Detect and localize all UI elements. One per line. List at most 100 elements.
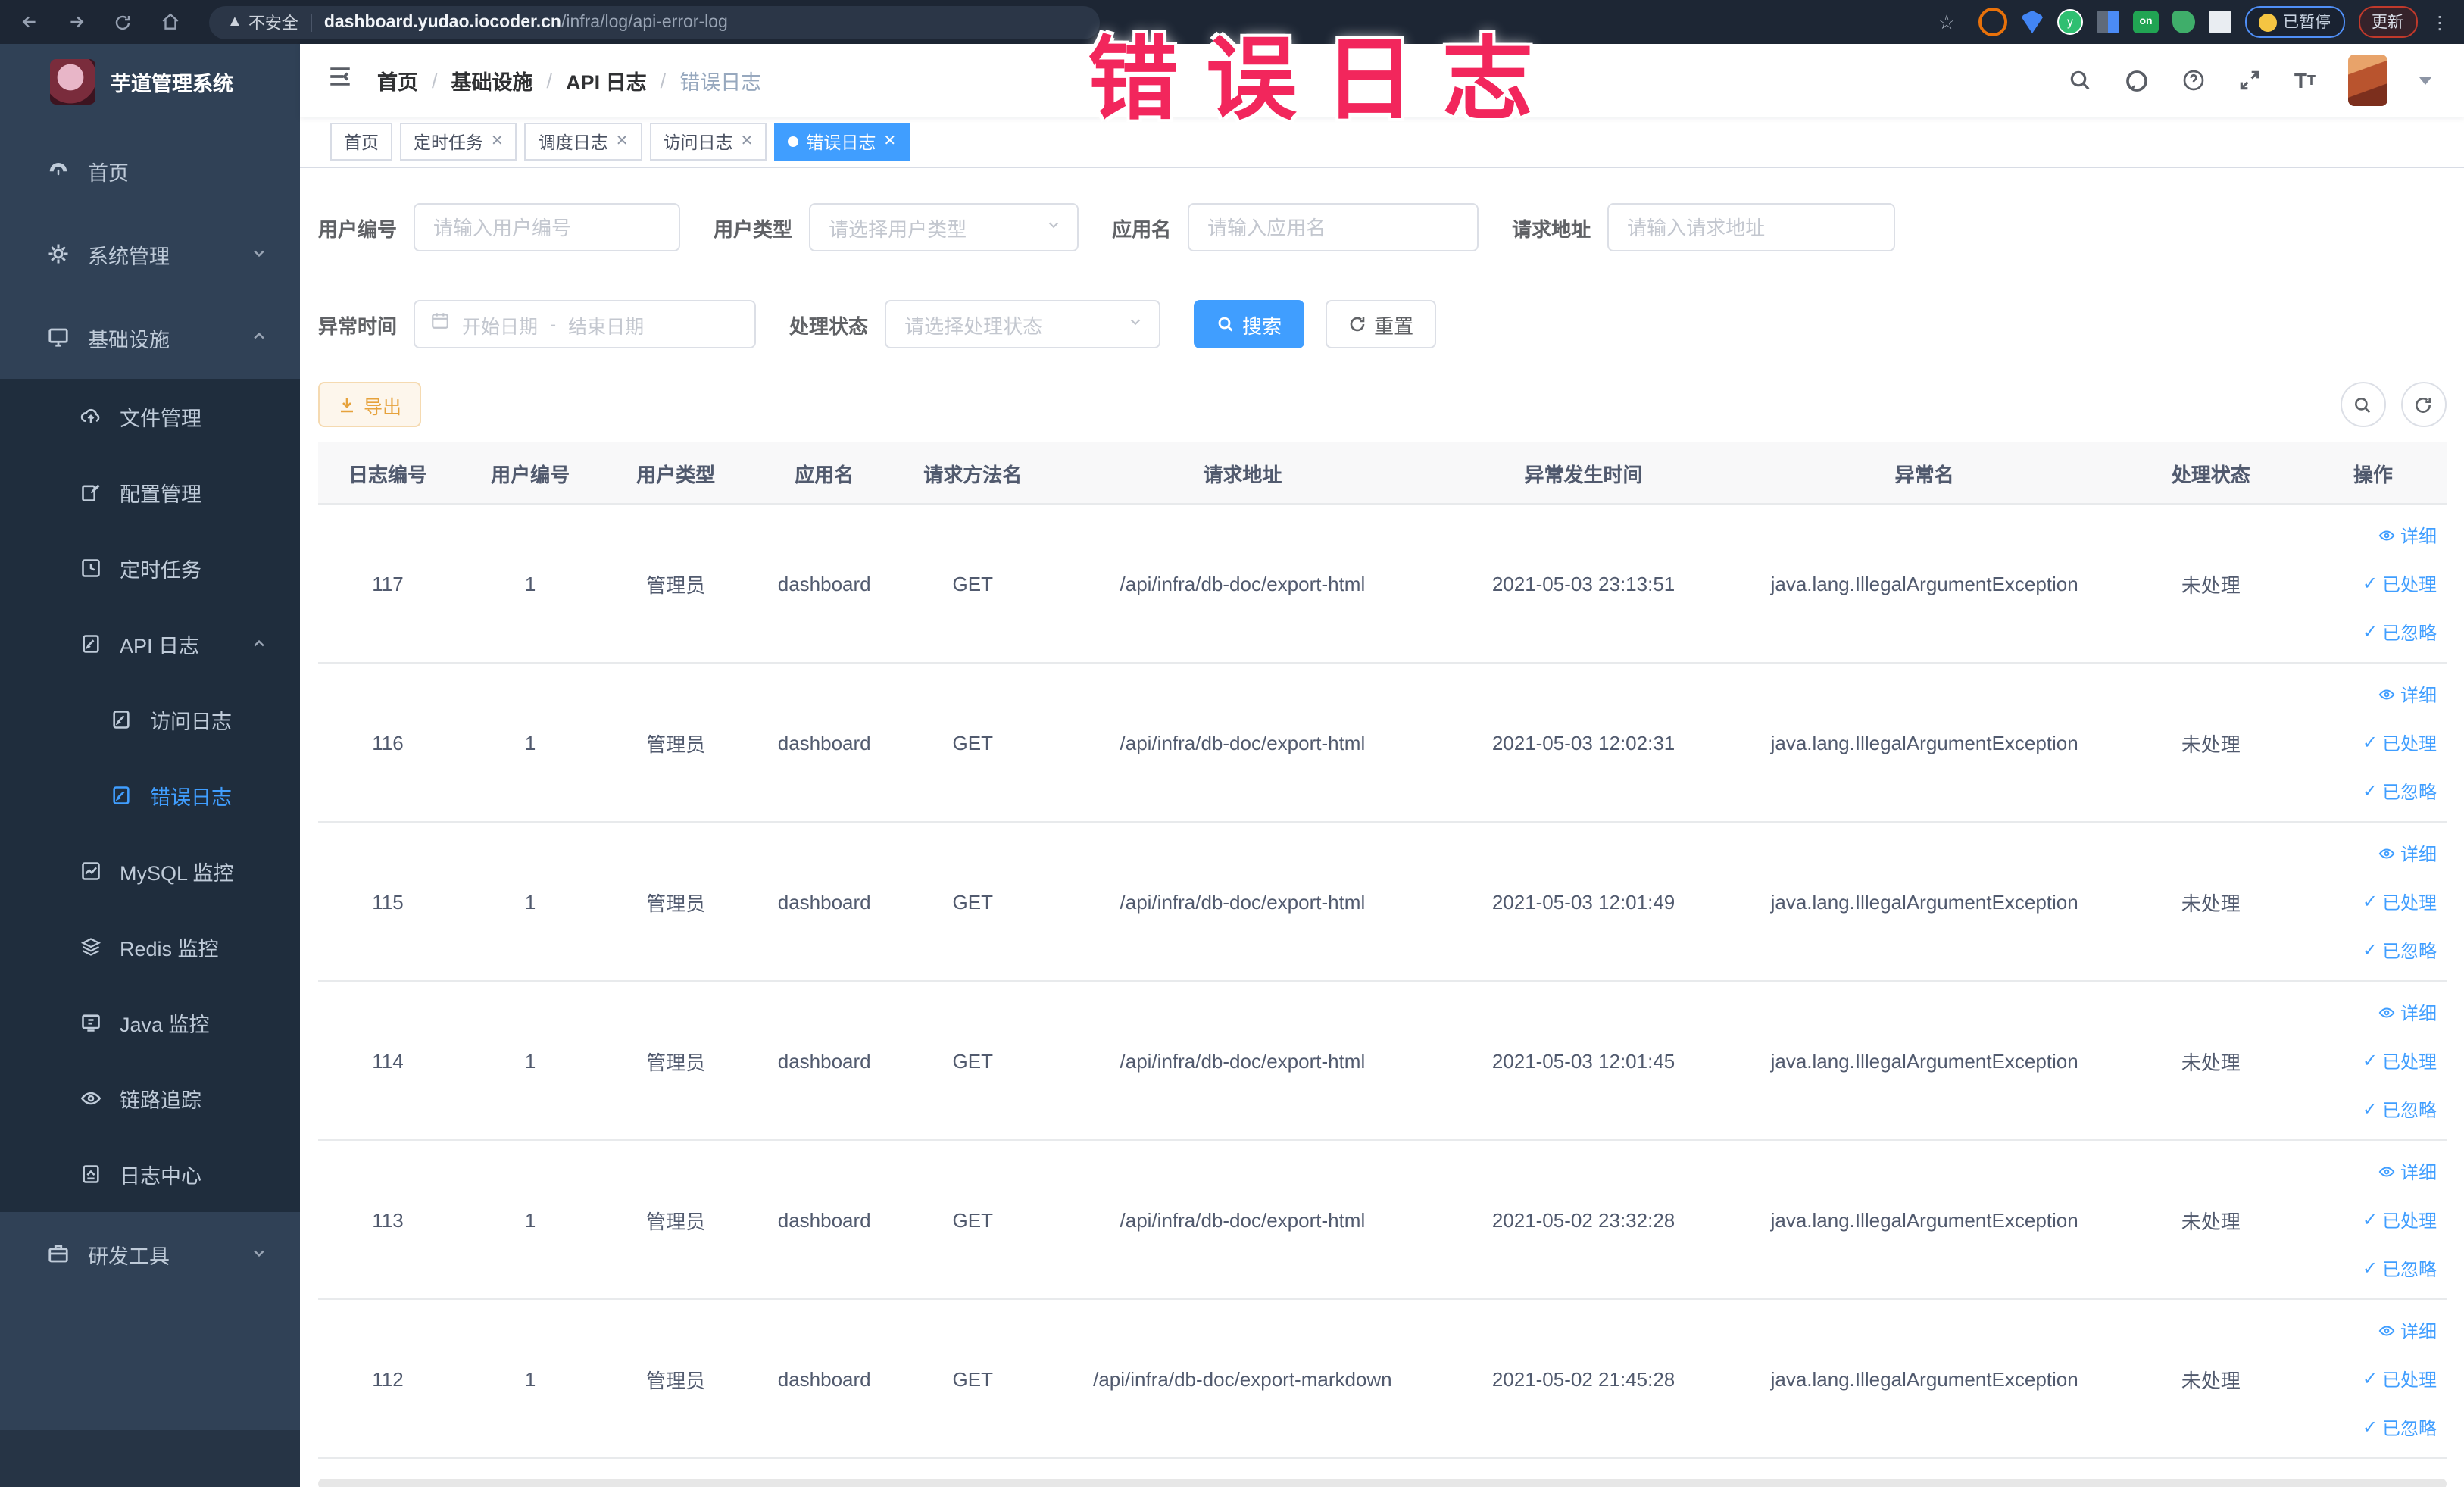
cell-app-name: dashboard — [748, 822, 901, 982]
user-menu-caret-icon[interactable] — [2419, 77, 2431, 84]
profile-avatar-emoji-icon — [2259, 13, 2277, 31]
sidebar-item-mysql-monitor[interactable]: MySQL 监控 — [0, 833, 300, 909]
cell-user-id: 1 — [458, 822, 604, 982]
extension-puzzle-icon[interactable] — [2209, 11, 2231, 33]
close-icon[interactable]: ✕ — [616, 133, 629, 150]
mark-processed-link[interactable]: ✓ 已处理 — [2363, 1048, 2437, 1073]
breadcrumb-api-log[interactable]: API 日志 — [566, 65, 647, 95]
fullscreen-icon[interactable] — [2238, 68, 2263, 92]
close-icon[interactable]: ✕ — [491, 133, 504, 150]
detail-link[interactable]: 详细 — [2379, 840, 2437, 866]
extension-leaf-icon[interactable] — [2172, 11, 2195, 33]
sidebar-item-infra[interactable]: 基础设施 — [0, 295, 300, 379]
exception-time-range-picker[interactable]: 开始日期 - 结束日期 — [414, 300, 757, 348]
sidebar-item-dev-tools[interactable]: 研发工具 — [0, 1212, 300, 1295]
extension-blue-shield-icon[interactable] — [2021, 11, 2044, 33]
sidebar-item-config-management[interactable]: 配置管理 — [0, 455, 300, 530]
sidebar-item-system[interactable]: 系统管理 — [0, 212, 300, 295]
sidebar-item-file-management[interactable]: 文件管理 — [0, 379, 300, 455]
browser-update-button[interactable]: 更新 — [2358, 6, 2417, 38]
reset-button[interactable]: 重置 — [1326, 300, 1437, 348]
profile-paused-badge[interactable]: 已暂停 — [2245, 6, 2344, 38]
process-status-select[interactable]: 请选择处理状态 — [885, 300, 1161, 348]
mark-ignored-link[interactable]: ✓ 已忽略 — [2363, 1096, 2437, 1122]
detail-link[interactable]: 详细 — [2379, 1158, 2437, 1184]
extension-orange-icon[interactable] — [1978, 8, 2007, 36]
app-logo-row[interactable]: 芋道管理系统 — [0, 44, 300, 120]
mark-ignored-link[interactable]: ✓ 已忽略 — [2363, 937, 2437, 963]
cell-actions: 详细 ✓ 已处理 ✓ 已忽略 — [2300, 1299, 2446, 1459]
browser-reload-icon[interactable] — [105, 5, 141, 39]
search-button[interactable]: 搜索 — [1194, 300, 1305, 348]
mark-processed-link[interactable]: ✓ 已处理 — [2363, 889, 2437, 914]
detail-link[interactable]: 详细 — [2379, 1317, 2437, 1343]
hamburger-icon[interactable] — [327, 64, 353, 97]
mark-ignored-link[interactable]: ✓ 已忽略 — [2363, 778, 2437, 804]
user-type-select[interactable]: 请选择用户类型 — [809, 203, 1079, 251]
mark-processed-link[interactable]: ✓ 已处理 — [2363, 570, 2437, 596]
sidebar-item-home[interactable]: 首页 — [0, 129, 300, 212]
clock-icon — [79, 557, 101, 579]
export-button[interactable]: 导出 — [318, 382, 422, 427]
request-url-input[interactable] — [1607, 203, 1896, 251]
sidebar-item-java-monitor[interactable]: Java 监控 — [0, 985, 300, 1061]
sidebar-item-access-log[interactable]: 访问日志 — [0, 682, 300, 758]
extension-on-toggle-icon[interactable]: on — [2133, 11, 2159, 33]
font-size-icon[interactable]: TT — [2294, 68, 2316, 92]
github-icon[interactable] — [2125, 67, 2150, 93]
detail-link[interactable]: 详细 — [2379, 522, 2437, 548]
bookmark-star-icon[interactable]: ☆ — [1928, 5, 1965, 39]
browser-home-icon[interactable] — [151, 5, 188, 39]
cell-app-name: dashboard — [748, 1140, 901, 1300]
browser-back-icon[interactable] — [11, 5, 47, 39]
cell-method: GET — [900, 1140, 1046, 1300]
user-avatar[interactable] — [2347, 55, 2387, 106]
main-area: 首页 / 基础设施 / API 日志 / 错误日志 TT 首页 定时任务 ✕ 调度 — [300, 44, 2464, 1487]
tab-schedule-log[interactable]: 调度日志 ✕ — [524, 123, 642, 161]
sidebar-item-log-center[interactable]: 日志中心 — [0, 1136, 300, 1212]
app-name-input[interactable] — [1188, 203, 1479, 251]
extension-grid-icon[interactable] — [2097, 11, 2119, 33]
breadcrumb-infra[interactable]: 基础设施 — [451, 65, 533, 95]
mark-processed-link[interactable]: ✓ 已处理 — [2363, 1207, 2437, 1232]
detail-link[interactable]: 详细 — [2379, 681, 2437, 707]
detail-link[interactable]: 详细 — [2379, 999, 2437, 1025]
search-icon[interactable] — [2069, 68, 2093, 92]
processed-label: 已处理 — [2381, 1210, 2437, 1231]
cell-process-status: 未处理 — [2121, 663, 2300, 823]
breadcrumb-separator: / — [546, 69, 553, 92]
breadcrumb-home[interactable]: 首页 — [377, 65, 418, 95]
sidebar-label-mysql: MySQL 监控 — [120, 862, 234, 885]
close-icon[interactable]: ✕ — [883, 133, 896, 150]
check-icon: ✓ — [2362, 1098, 2378, 1120]
tab-access-log[interactable]: 访问日志 ✕ — [649, 123, 767, 161]
mark-ignored-link[interactable]: ✓ 已忽略 — [2363, 1255, 2437, 1281]
user-id-input[interactable] — [414, 203, 681, 251]
cell-actions: 详细 ✓ 已处理 ✓ 已忽略 — [2300, 981, 2446, 1141]
refresh-table-icon[interactable] — [2400, 382, 2446, 427]
sidebar-item-error-log[interactable]: 错误日志 — [0, 758, 300, 833]
extension-green-circle-icon[interactable]: y — [2057, 9, 2083, 35]
sidebar-item-redis-monitor[interactable]: Redis 监控 — [0, 909, 300, 985]
table-row: 116 1 管理员 dashboard GET /api/infra/db-do… — [318, 663, 2446, 823]
tab-scheduled-jobs[interactable]: 定时任务 ✕ — [400, 123, 517, 161]
cell-app-name: dashboard — [748, 663, 901, 823]
close-icon[interactable]: ✕ — [741, 133, 754, 150]
tab-error-log[interactable]: 错误日志 ✕ — [774, 123, 910, 161]
ignored-label: 已忽略 — [2381, 1258, 2437, 1279]
mark-processed-link[interactable]: ✓ 已处理 — [2363, 1366, 2437, 1392]
sidebar-item-trace[interactable]: 链路追踪 — [0, 1061, 300, 1136]
address-bar[interactable]: ▲ 不安全 dashboard.yudao.iocoder.cn /infra/… — [209, 5, 1100, 39]
sidebar-item-scheduled-jobs[interactable]: 定时任务 — [0, 530, 300, 606]
horizontal-scrollbar[interactable] — [318, 1479, 2446, 1487]
help-icon[interactable] — [2182, 68, 2206, 92]
user-type-placeholder: 请选择用户类型 — [829, 217, 967, 240]
mark-ignored-link[interactable]: ✓ 已忽略 — [2363, 619, 2437, 645]
tab-home[interactable]: 首页 — [330, 123, 392, 161]
browser-menu-icon[interactable]: ⋮ — [2431, 11, 2449, 33]
toggle-search-icon[interactable] — [2340, 382, 2385, 427]
sidebar-item-api-log[interactable]: API 日志 — [0, 606, 300, 682]
browser-forward-icon[interactable] — [58, 5, 94, 39]
mark-ignored-link[interactable]: ✓ 已忽略 — [2363, 1414, 2437, 1440]
mark-processed-link[interactable]: ✓ 已处理 — [2363, 729, 2437, 755]
